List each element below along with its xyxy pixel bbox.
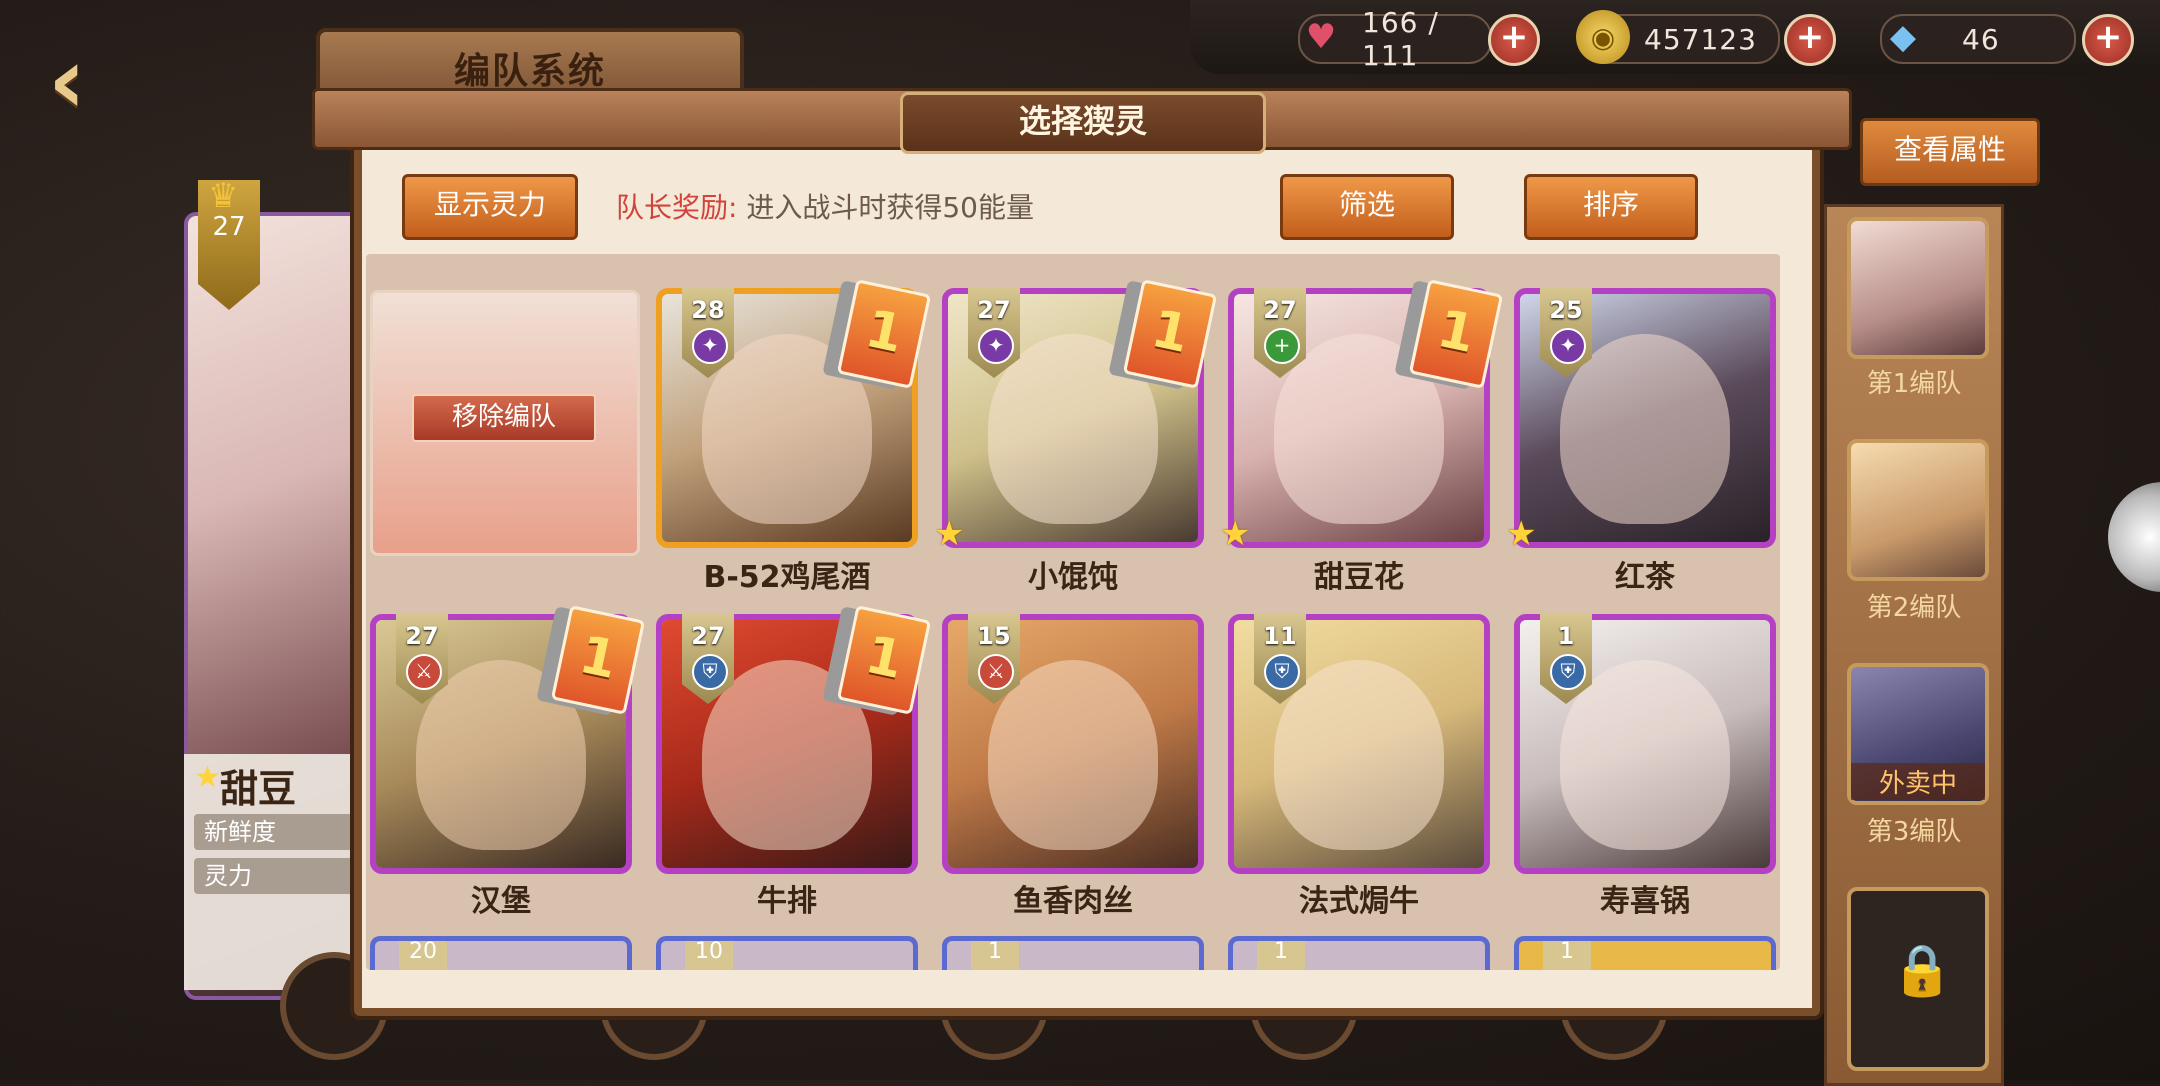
character-card-partial[interactable]: 1 <box>1228 936 1490 970</box>
character-name: 牛排 <box>757 884 817 919</box>
defense-class-icon: ⛨ <box>1550 654 1586 690</box>
back-button[interactable]: ‹ <box>48 35 158 127</box>
leader-bonus-label: 队长奖励: <box>616 191 738 224</box>
filter-button[interactable]: 筛选 <box>1280 174 1454 240</box>
screen-title: 编队系统 <box>453 51 606 92</box>
character-card-partial[interactable]: 1 <box>1514 936 1776 970</box>
healer-class-icon: + <box>1264 328 1300 364</box>
team-2-slot[interactable] <box>1847 439 1989 581</box>
team-3-status: 外卖中 <box>1851 763 1985 800</box>
add-gold-button[interactable]: + <box>1784 14 1836 66</box>
lock-icon: 🔒 <box>1891 941 1954 999</box>
side-toggle[interactable] <box>2108 482 2160 592</box>
character-name: 甜豆花 <box>1314 560 1404 595</box>
stamina-counter: ♥ 166 / 111 <box>1298 6 1492 72</box>
team-selector: 第1编队 第2编队 外卖中 第3编队 🔒 <box>1824 204 2004 1086</box>
character-name: 小馄饨 <box>1028 560 1118 595</box>
crown-icon: ♛ <box>208 176 239 216</box>
star-icon: ★ <box>934 514 965 554</box>
character-name: 法式焗牛 <box>1299 884 1419 919</box>
star-icon: ★ <box>1220 514 1251 554</box>
panel-title: 选择猰灵 <box>900 92 1266 154</box>
attack-class-icon: ⚔ <box>978 654 1014 690</box>
character-card-partial[interactable]: 1 <box>942 936 1204 970</box>
power-label: 灵力 <box>194 858 374 894</box>
character-name: 红茶 <box>1615 560 1675 595</box>
view-attributes-button[interactable]: 查看属性 <box>1860 118 2040 186</box>
add-stamina-button[interactable]: + <box>1488 14 1540 66</box>
team-3-slot[interactable]: 外卖中 <box>1847 663 1989 805</box>
character-card-partial[interactable]: 10 <box>656 936 918 970</box>
character-card-partial[interactable]: 20 <box>370 936 632 970</box>
leader-bonus-text: 进入战斗时获得50能量 <box>746 191 1034 224</box>
leader-bonus: 队长奖励: 进入战斗时获得50能量 <box>616 186 1034 226</box>
team-1-label: 第1编队 <box>1866 369 1962 399</box>
crystal-icon: ◆ <box>1889 17 1917 57</box>
sort-button[interactable]: 排序 <box>1524 174 1698 240</box>
team-4-locked-slot[interactable]: 🔒 <box>1847 887 1989 1071</box>
star-icon: ★ <box>194 760 221 795</box>
gold-coin-icon: ◉ <box>1576 10 1630 64</box>
back-arrow-icon: ‹ <box>48 27 86 134</box>
character-name: 汉堡 <box>471 884 531 919</box>
add-crystal-button[interactable]: + <box>2082 14 2134 66</box>
team-3-label: 第3编队 <box>1866 817 1962 847</box>
leader-name: 甜豆 <box>220 767 297 811</box>
attack-class-icon: ⚔ <box>406 654 442 690</box>
gold-counter: ◉ 457123 <box>1576 10 1780 64</box>
mage-class-icon: ✦ <box>978 328 1014 364</box>
star-icon: ★ <box>1506 514 1537 554</box>
character-name: B-52鸡尾酒 <box>703 560 871 595</box>
crystal-counter: ◆ 46 <box>1880 14 2076 64</box>
team-1-slot[interactable] <box>1847 217 1989 359</box>
mage-class-icon: ✦ <box>1550 328 1586 364</box>
team-2-label: 第2编队 <box>1866 593 1962 623</box>
defense-class-icon: ⛨ <box>692 654 728 690</box>
heart-icon: ♥ <box>1305 17 1337 57</box>
character-name: 寿喜锅 <box>1600 884 1690 919</box>
character-name: 鱼香肉丝 <box>1013 884 1133 919</box>
defense-class-icon: ⛨ <box>1264 654 1300 690</box>
show-power-button[interactable]: 显示灵力 <box>402 174 578 240</box>
remove-from-team-button[interactable]: 移除编队 <box>412 394 596 442</box>
mage-class-icon: ✦ <box>692 328 728 364</box>
freshness-label: 新鲜度 <box>194 814 374 850</box>
